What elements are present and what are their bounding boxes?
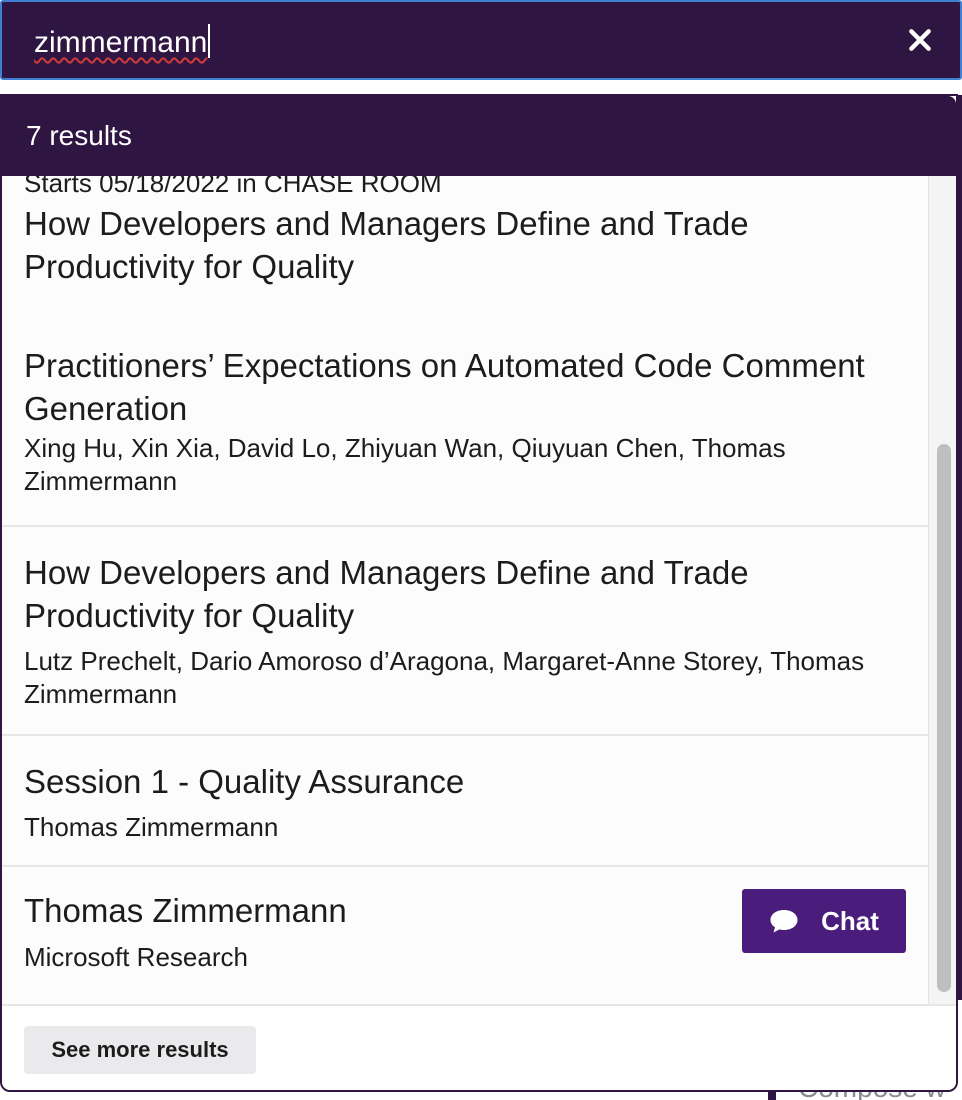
text-caret <box>208 24 211 58</box>
results-list[interactable]: Starts 05/18/2022 in CHASE ROOM How Deve… <box>2 176 928 1004</box>
result-title: How Developers and Managers Define and T… <box>24 205 749 285</box>
close-icon <box>909 29 931 51</box>
result-title: Practitioners’ Expectations on Automated… <box>24 347 865 427</box>
results-footer: See more results <box>2 1004 956 1090</box>
search-bar: zimmermann <box>0 0 962 80</box>
result-authors: Lutz Prechelt, Dario Amoroso d’Aragona, … <box>24 646 865 709</box>
see-more-results-button[interactable]: See more results <box>24 1026 256 1074</box>
results-scrollbar[interactable] <box>928 176 956 1004</box>
result-meta: Starts 05/18/2022 in CHASE ROOM <box>24 176 442 198</box>
clear-search-button[interactable] <box>898 18 942 62</box>
results-count: 7 results <box>2 96 956 176</box>
result-item-paper[interactable]: Practitioners’ Expectations on Automated… <box>2 320 928 527</box>
result-chair: Thomas Zimmermann <box>24 812 279 842</box>
chat-bubble-icon <box>770 910 798 933</box>
search-results-panel: 7 results Starts 05/18/2022 in CHASE ROO… <box>0 94 958 1092</box>
result-title: Session 1 - Quality Assurance <box>24 763 465 800</box>
result-item-person[interactable]: Thomas Zimmermann Microsoft Research Cha… <box>2 867 928 1004</box>
result-item-session[interactable]: Starts 05/18/2022 in CHASE ROOM How Deve… <box>2 176 928 322</box>
result-item-session[interactable]: Session 1 - Quality Assurance Thomas Zim… <box>2 736 928 867</box>
chat-button[interactable]: Chat <box>742 889 906 953</box>
result-item-paper[interactable]: How Developers and Managers Define and T… <box>2 527 928 736</box>
result-authors: Xing Hu, Xin Xia, David Lo, Zhiyuan Wan,… <box>24 433 786 496</box>
search-input-value: zimmermann <box>34 24 211 60</box>
scrollbar-thumb[interactable] <box>937 444 951 992</box>
result-title: How Developers and Managers Define and T… <box>24 554 749 634</box>
chat-button-label: Chat <box>821 905 879 936</box>
